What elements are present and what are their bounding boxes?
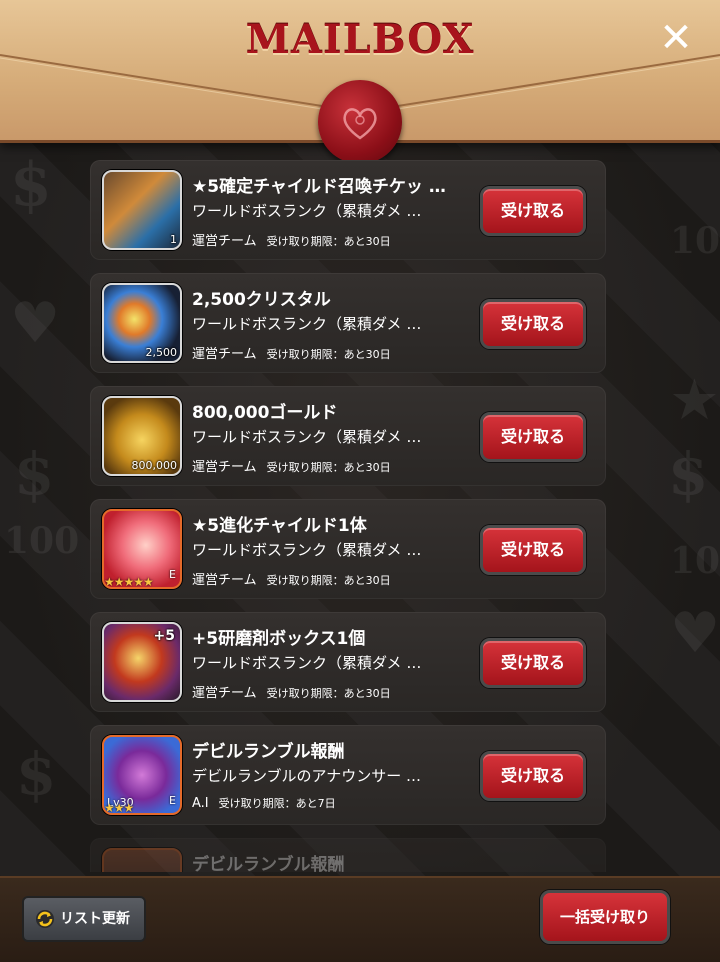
refresh-label: リスト更新: [60, 911, 130, 927]
item-badge: +5: [153, 628, 175, 644]
mail-description: ワールドボスランク（累積ダメ …: [192, 315, 422, 333]
mail-sender: A.I 受け取り期限：あと7日: [192, 795, 336, 811]
item-quantity: 800,000: [131, 459, 178, 472]
mail-title: 2,500クリスタル: [192, 290, 331, 310]
coin-100-icon: 100: [670, 220, 720, 262]
mail-title: デビルランブル報酬: [192, 742, 345, 762]
mail-title: 800,000ゴールド: [192, 403, 338, 423]
receive-button[interactable]: 受け取る: [480, 412, 586, 462]
mail-title: ★5進化チャイルド1体: [192, 516, 367, 536]
dollar-icon: $: [14, 440, 55, 508]
deadline-text: 受け取り期限：あと30日: [266, 574, 391, 587]
rarity-stars-icon: ★★★★★: [104, 575, 154, 589]
mail-sender: 運営チーム 受け取り期限：あと30日: [192, 343, 391, 362]
page-title: MAILBOX: [245, 16, 475, 63]
deadline-text: 受け取り期限：あと30日: [266, 348, 391, 361]
crystal-icon: 2,500: [102, 283, 182, 363]
pink-child-icon: E ★★★★★: [102, 509, 182, 589]
dollar-icon: $: [10, 150, 52, 220]
mail-item: Lv30 E ★★★ デビルランブル報酬 デビルランブルのアナウンサー … A.…: [90, 725, 606, 825]
star-icon: ★: [672, 370, 717, 429]
sender-name: 運営チーム: [192, 573, 257, 588]
mail-description: ワールドボスランク（累積ダメ …: [192, 202, 422, 220]
receive-button[interactable]: 受け取る: [480, 751, 586, 801]
mail-list[interactable]: 1 ★5確定チャイルド召喚チケッ … ワールドボスランク（累積ダメ … 運営チー…: [90, 160, 606, 872]
mailbox-header: MAILBOX ✕: [0, 0, 720, 164]
deadline-text: 受け取り期限：あと30日: [266, 461, 391, 474]
dollar-icon: $: [668, 440, 709, 508]
mail-item: +5 +5研磨剤ボックス1個 ワールドボスランク（累積ダメ … 運営チーム 受け取…: [90, 612, 606, 712]
sender-name: 運営チーム: [192, 347, 257, 362]
polish-box-icon: +5: [102, 622, 182, 702]
mail-item: 800,000 800,000ゴールド ワールドボスランク（累積ダメ … 運営チ…: [90, 386, 606, 486]
receive-button[interactable]: 受け取る: [480, 186, 586, 236]
sender-name: A.I: [192, 796, 209, 811]
mail-title: ★5確定チャイルド召喚チケッ …: [192, 177, 446, 197]
rarity-stars-icon: ★★★: [104, 801, 134, 815]
heart-icon: ♥: [10, 290, 61, 356]
mail-item: 1 ★5確定チャイルド召喚チケッ … ワールドボスランク（累積ダメ … 運営チー…: [90, 160, 606, 260]
mail-item: 2,500 2,500クリスタル ワールドボスランク（累積ダメ … 運営チーム受…: [90, 273, 606, 373]
dollar-icon: $: [16, 740, 57, 808]
coin-100-icon: 100: [4, 520, 80, 562]
sender-name: 運営チーム: [192, 234, 257, 249]
mail-item: デビルランブル報酬: [90, 838, 606, 872]
mail-sender: 運営チーム 受け取り期限：あと30日: [192, 569, 391, 588]
ticket-icon: 1: [102, 170, 182, 250]
refresh-list-button[interactable]: リスト更新: [22, 896, 146, 942]
mail-title: デビルランブル報酬: [192, 855, 345, 872]
receive-button[interactable]: 受け取る: [480, 638, 586, 688]
sender-name: 運営チーム: [192, 686, 257, 701]
deadline-text: 受け取り期限：あと7日: [218, 797, 336, 810]
deadline-text: 受け取り期限：あと30日: [266, 687, 391, 700]
item-quantity: 1: [170, 233, 177, 246]
purple-child-icon: Lv30 E ★★★: [102, 735, 182, 815]
mail-item: E ★★★★★ ★5進化チャイルド1体 ワールドボスランク（累積ダメ … 運営チ…: [90, 499, 606, 599]
receive-button[interactable]: 受け取る: [480, 525, 586, 575]
refresh-icon: [36, 910, 54, 928]
mail-description: ワールドボスランク（累積ダメ …: [192, 541, 422, 559]
mail-sender: 運営チーム 受け取り期限：あと30日: [192, 682, 391, 701]
receive-all-button[interactable]: 一括受け取り: [540, 890, 670, 944]
mail-description: ワールドボスランク（累積ダメ …: [192, 654, 422, 672]
child-icon: [102, 848, 182, 872]
footer-bar: リスト更新 一括受け取り: [0, 876, 720, 962]
wax-seal-icon: [318, 80, 402, 164]
close-button[interactable]: ✕: [654, 16, 698, 60]
receive-button[interactable]: 受け取る: [480, 299, 586, 349]
mail-description: デビルランブルのアナウンサー …: [192, 767, 422, 785]
heart-icon: ♥: [670, 600, 720, 666]
deadline-text: 受け取り期限：あと30日: [266, 235, 391, 248]
sender-name: 運営チーム: [192, 460, 257, 475]
mail-sender: 運営チーム 受け取り期限：あと30日: [192, 230, 391, 249]
item-quantity: 2,500: [145, 346, 178, 359]
coin-100-icon: 100: [670, 540, 720, 582]
mail-sender: 運営チーム 受け取り期限：あと30日: [192, 456, 391, 475]
mail-description: ワールドボスランク（累積ダメ …: [192, 428, 422, 446]
gold-coins-icon: 800,000: [102, 396, 182, 476]
mail-title: +5研磨剤ボックス1個: [192, 629, 366, 649]
